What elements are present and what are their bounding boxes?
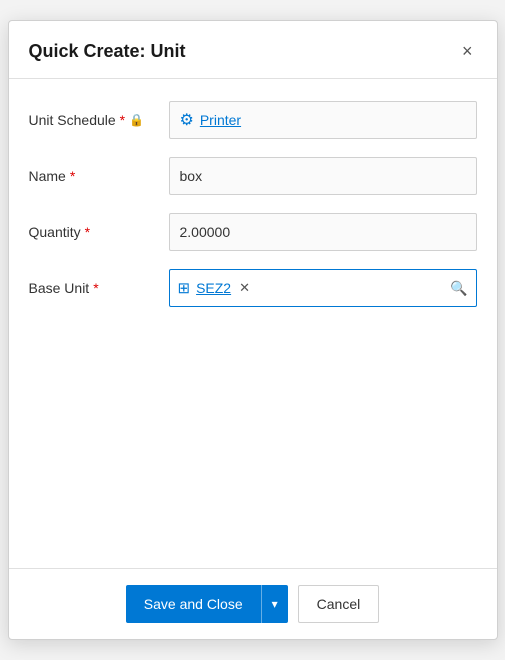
quantity-input[interactable]: [169, 213, 477, 251]
name-row: Name *: [29, 155, 477, 197]
base-unit-field: ⊞ SEZ2 ✕ 🔍: [169, 269, 477, 307]
required-indicator: *: [93, 280, 98, 296]
base-unit-value[interactable]: SEZ2: [196, 280, 231, 296]
dialog-footer: Save and Close ▾ Cancel: [9, 568, 497, 639]
save-dropdown-button[interactable]: ▾: [261, 585, 288, 623]
name-input[interactable]: [169, 157, 477, 195]
base-unit-search-icon[interactable]: 🔍: [450, 280, 467, 297]
required-indicator: *: [85, 224, 90, 240]
base-unit-container: ⊞ SEZ2 ✕ 🔍: [169, 269, 477, 307]
unit-schedule-row: Unit Schedule * 🔒 ⚙ Printer: [29, 99, 477, 141]
quantity-row: Quantity *: [29, 211, 477, 253]
save-and-close-button[interactable]: Save and Close: [126, 585, 261, 623]
dialog-title: Quick Create: Unit: [29, 41, 186, 62]
cancel-button[interactable]: Cancel: [298, 585, 380, 623]
base-unit-remove-button[interactable]: ✕: [239, 280, 250, 296]
unit-schedule-label: Unit Schedule * 🔒: [29, 112, 169, 128]
name-label: Name *: [29, 168, 169, 184]
unit-schedule-field: ⚙ Printer: [169, 101, 477, 139]
name-field: [169, 157, 477, 195]
dialog-body: Unit Schedule * 🔒 ⚙ Printer Name *: [9, 79, 497, 451]
quantity-field: [169, 213, 477, 251]
close-button[interactable]: ×: [458, 37, 477, 66]
dropdown-arrow-icon: ▾: [272, 597, 278, 611]
base-unit-label: Base Unit *: [29, 280, 169, 296]
unit-schedule-link-container: ⚙ Printer: [169, 101, 477, 139]
required-indicator: *: [70, 168, 75, 184]
required-indicator: *: [120, 112, 125, 128]
base-unit-icon: ⊞: [178, 279, 191, 297]
save-button-group: Save and Close ▾: [126, 585, 288, 623]
dialog-header: Quick Create: Unit ×: [9, 21, 497, 79]
lock-icon: 🔒: [129, 113, 144, 127]
printer-link-icon: ⚙: [180, 110, 194, 130]
base-unit-row: Base Unit * ⊞ SEZ2 ✕ 🔍: [29, 267, 477, 309]
quick-create-dialog: Quick Create: Unit × Unit Schedule * 🔒 ⚙…: [8, 20, 498, 640]
close-icon: ×: [462, 41, 473, 62]
quantity-label: Quantity *: [29, 224, 169, 240]
unit-schedule-value[interactable]: Printer: [200, 112, 241, 128]
